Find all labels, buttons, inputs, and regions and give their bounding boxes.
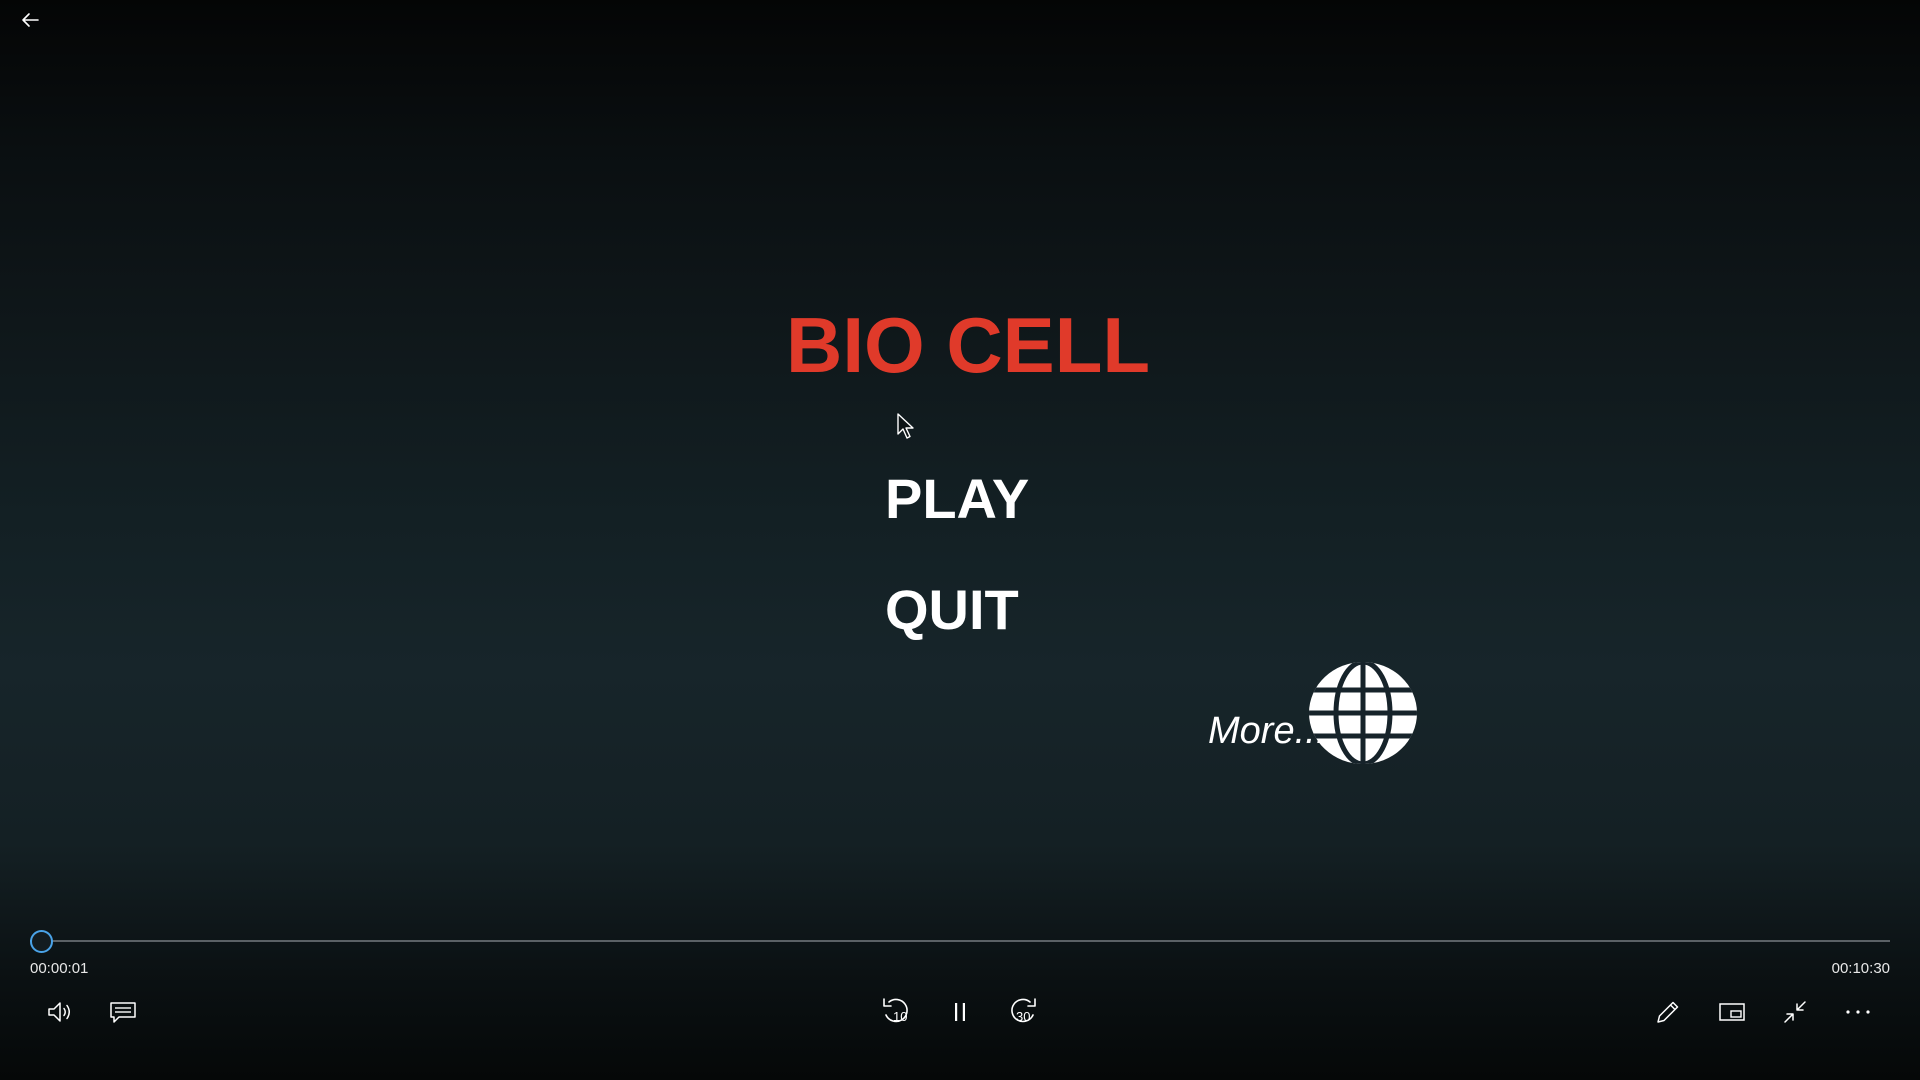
skip-back-seconds: 10	[893, 1009, 907, 1024]
total-time: 00:10:30	[1831, 960, 1890, 977]
more-options-button[interactable]	[1836, 990, 1880, 1034]
pause-button[interactable]	[938, 990, 982, 1034]
skip-forward-seconds: 30	[1016, 1009, 1030, 1024]
menu-play-option[interactable]: PLAY	[885, 466, 1029, 531]
back-button[interactable]	[10, 4, 50, 36]
seek-bar[interactable]	[30, 930, 1890, 953]
skip-back-button[interactable]: 10	[874, 990, 918, 1034]
mouse-cursor-icon	[896, 412, 916, 442]
game-title: BIO CELL	[786, 301, 1150, 389]
volume-icon	[48, 1002, 70, 1022]
volume-button[interactable]	[38, 990, 82, 1034]
pause-icon	[955, 1003, 965, 1021]
media-player-window: BIO CELL PLAY QUIT More... 00:00:01 00:1…	[0, 0, 1920, 1080]
seek-thumb[interactable]	[30, 930, 53, 953]
exit-fullscreen-button[interactable]	[1773, 990, 1817, 1034]
current-time: 00:00:01	[30, 960, 89, 977]
more-link[interactable]: More...	[1208, 660, 1430, 766]
arrow-left-icon	[22, 13, 39, 27]
skip-forward-button[interactable]: 30	[1001, 990, 1045, 1034]
captions-button[interactable]	[101, 990, 145, 1034]
miniview-button[interactable]	[1710, 990, 1754, 1034]
miniview-icon	[1719, 1003, 1745, 1021]
captions-icon	[110, 1002, 136, 1023]
exit-fullscreen-icon	[1784, 1001, 1806, 1023]
menu-quit-option[interactable]: QUIT	[885, 577, 1019, 642]
skip-forward-30-icon: 30	[1011, 998, 1036, 1024]
edit-button[interactable]	[1646, 990, 1690, 1034]
more-options-icon	[1846, 1010, 1870, 1014]
skip-back-10-icon: 10	[883, 998, 908, 1024]
pencil-icon	[1657, 1001, 1679, 1023]
globe-icon	[1309, 662, 1417, 764]
seek-track	[30, 940, 1890, 942]
